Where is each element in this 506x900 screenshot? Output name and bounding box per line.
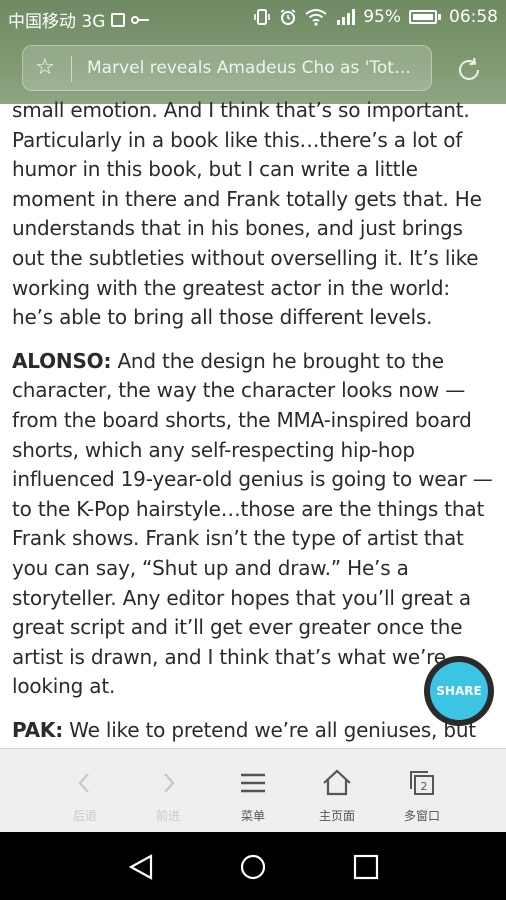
home-label: 主页面: [318, 809, 355, 823]
paragraph: small emotion. And I think that’s so imp…: [12, 96, 496, 333]
forward-button[interactable]: 前进: [126, 749, 210, 833]
hamburger-menu-icon: [241, 773, 265, 793]
address-bar[interactable]: ☆ Marvel reveals Amadeus Cho as 'Totally…: [22, 45, 432, 91]
chevron-right-icon: [164, 773, 175, 793]
address-divider: [71, 56, 72, 82]
windows-button[interactable]: 2 多窗口: [380, 749, 464, 833]
paragraph-text: We like to pretend we’re all geniuses, b…: [69, 717, 476, 742]
wifi-icon: [305, 9, 327, 26]
battery-cap-icon: [438, 14, 441, 20]
carrier-label: 中国移动 3G: [8, 12, 106, 32]
share-label[interactable]: SHARE: [430, 662, 488, 720]
nav-recents-icon[interactable]: [351, 852, 381, 882]
page-title-text[interactable]: Marvel reveals Amadeus Cho as 'Totally A…: [87, 58, 421, 78]
menu-button[interactable]: 菜单: [211, 749, 295, 833]
share-button[interactable]: SHARE: [424, 656, 494, 726]
window-count: 2: [421, 780, 428, 793]
status-bar: 中国移动 3G 95% 06:58: [0, 0, 506, 36]
multi-window-icon: 2: [410, 771, 434, 795]
chevron-left-icon: [78, 773, 89, 793]
forward-label: 前进: [155, 809, 180, 823]
key-icon: [131, 13, 150, 27]
paragraph: ALONSO: And the design he brought to the…: [12, 347, 496, 702]
back-label: 后退: [72, 809, 97, 823]
system-nav-bar: [0, 832, 506, 900]
paragraph-text: small emotion. And I think that’s so imp…: [12, 98, 482, 330]
paragraph-text: And the design he brought to the charact…: [12, 348, 493, 699]
bookmark-star-icon[interactable]: ☆: [35, 55, 55, 81]
refresh-icon[interactable]: [454, 55, 484, 85]
nav-home-icon[interactable]: [238, 852, 268, 882]
speaker-label: PAK:: [12, 717, 63, 742]
nav-back-icon[interactable]: [126, 852, 156, 882]
back-button[interactable]: 后退: [43, 749, 127, 833]
browser-toolbar: 后退 前进 菜单 主页面 2 多窗口: [0, 748, 506, 833]
vibrate-icon: [254, 9, 271, 25]
browser-header: 中国移动 3G 95% 06:58 ☆ Marvel reveals Amade…: [0, 0, 506, 104]
paragraph: PAK: We like to pretend we’re all genius…: [12, 716, 496, 746]
alarm-icon: [280, 9, 296, 25]
menu-label: 菜单: [240, 809, 265, 823]
clock: 06:58: [449, 7, 498, 27]
screenshot-icon: [111, 12, 126, 27]
speaker-label: ALONSO:: [12, 348, 112, 373]
battery-percent: 95%: [363, 7, 401, 27]
home-button[interactable]: 主页面: [295, 749, 379, 833]
signal-3g-icon: [337, 9, 356, 25]
battery-icon: [409, 10, 437, 24]
article-body: small emotion. And I think that’s so imp…: [12, 96, 496, 759]
home-icon: [323, 769, 351, 796]
windows-label: 多窗口: [403, 809, 440, 823]
